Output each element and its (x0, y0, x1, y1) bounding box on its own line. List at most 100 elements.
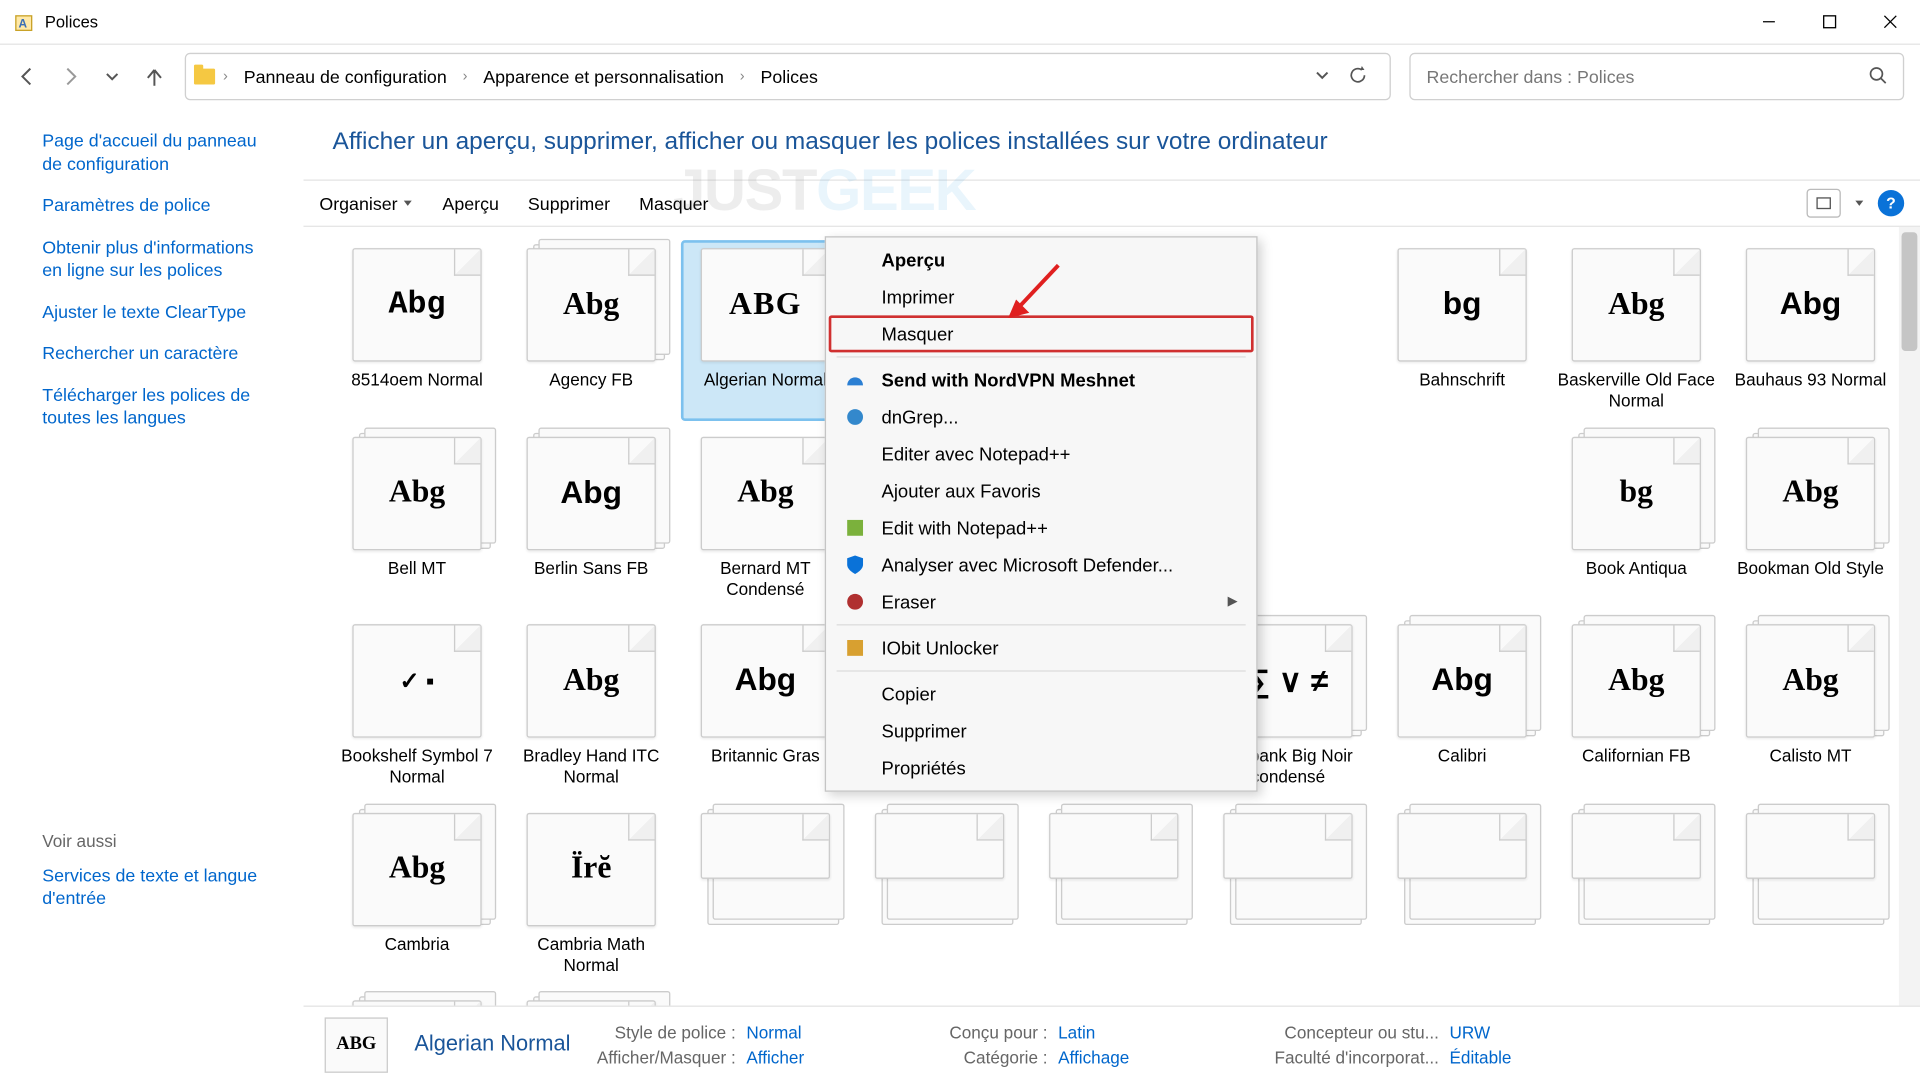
font-label: Berlin Sans FB (534, 558, 648, 579)
font-item[interactable]: ✓ ▪Bookshelf Symbol 7 Normal (333, 616, 502, 796)
font-item[interactable]: Abg Calisto MT (1726, 616, 1895, 796)
font-preview-tile: Abg (352, 248, 481, 361)
context-menu-item[interactable]: Edit with Notepad++ (829, 509, 1254, 546)
forward-button[interactable] (58, 65, 82, 89)
context-menu-item[interactable]: Send with NordVPN Meshnet (829, 362, 1254, 399)
font-item[interactable] (1552, 804, 1721, 984)
breadcrumb-segment[interactable]: Panneau de configuration (236, 63, 455, 91)
chevron-right-icon: › (740, 69, 745, 85)
menu-item-icon (845, 517, 866, 538)
sidebar-link[interactable]: Télécharger les polices de toutes les la… (42, 384, 277, 430)
font-label: Cambria (385, 934, 450, 955)
font-preview-tile: Abg (701, 624, 830, 737)
font-item[interactable] (507, 992, 676, 1005)
sidebar-link[interactable]: Page d'accueil du panneau de configurati… (42, 129, 277, 175)
font-item[interactable]: Abg Baskerville Old Face Normal (1552, 240, 1721, 420)
view-mode-button[interactable] (1807, 189, 1841, 218)
context-menu-item[interactable]: Eraser▶ (829, 583, 1254, 620)
font-item[interactable] (333, 992, 502, 1005)
sidebar-link[interactable]: Obtenir plus d'informations en ligne sur… (42, 236, 277, 282)
font-label: Bookshelf Symbol 7 Normal (338, 746, 496, 789)
font-item[interactable] (1029, 804, 1198, 984)
font-item[interactable]: AbgAgency FB (507, 240, 676, 420)
font-preview-tile: Abg (701, 436, 830, 549)
font-label: Calisto MT (1770, 746, 1852, 767)
font-item[interactable]: AbgBauhaus 93 Normal (1726, 240, 1895, 420)
font-item[interactable] (681, 804, 850, 984)
font-item[interactable]: AbgCambria (333, 804, 502, 984)
preview-button[interactable]: Aperçu (442, 193, 498, 213)
font-preview-tile: Abg (1572, 248, 1701, 361)
font-label: Baskerville Old Face Normal (1557, 369, 1715, 412)
watermark: JUSTGEEK (673, 158, 975, 224)
font-preview-tile: bg (1572, 436, 1701, 549)
font-preview-tile (701, 812, 830, 878)
font-item[interactable] (855, 804, 1024, 984)
breadcrumb-segment[interactable]: Apparence et personnalisation (475, 63, 732, 91)
sidebar-link[interactable]: Paramètres de police (42, 194, 277, 217)
svg-text:A: A (18, 16, 27, 30)
context-menu-item[interactable]: Supprimer (829, 713, 1254, 750)
font-item[interactable]: AbgBell MT (333, 428, 502, 608)
up-button[interactable] (143, 65, 167, 89)
font-preview-tile (1049, 812, 1178, 878)
sidebar: Page d'accueil du panneau de configurati… (0, 108, 304, 1082)
context-separator (837, 670, 1246, 671)
sidebar-link[interactable]: Rechercher un caractère (42, 342, 277, 365)
organize-dropdown[interactable]: Organiser (319, 193, 413, 213)
font-item[interactable]: bgBahnschrift (1378, 240, 1547, 420)
context-menu-item[interactable]: Propriétés (829, 750, 1254, 787)
font-item[interactable]: ÏrĕCambria Math Normal (507, 804, 676, 984)
font-item[interactable]: AbgBradley Hand ITC Normal (507, 616, 676, 796)
font-preview-tile: Abg (1397, 624, 1526, 737)
close-button[interactable] (1859, 0, 1920, 44)
history-dropdown[interactable] (100, 65, 124, 89)
details-col-a: Style de police :Normal Afficher/Masquer… (597, 1022, 804, 1067)
chevron-down-icon[interactable] (1314, 67, 1330, 87)
font-preview-tile: Abg (352, 436, 481, 549)
sidebar-link[interactable]: Ajuster le texte ClearType (42, 301, 277, 324)
font-item[interactable]: Abg Berlin Sans FB (507, 428, 676, 608)
font-item[interactable]: AbgBookman Old Style (1726, 428, 1895, 608)
font-label: Californian FB (1582, 746, 1691, 767)
chevron-down-icon[interactable] (1854, 198, 1865, 209)
refresh-icon[interactable] (1349, 65, 1369, 89)
see-also-heading: Voir aussi (42, 831, 277, 851)
context-menu-item[interactable]: Editer avec Notepad++ (829, 435, 1254, 472)
font-item[interactable]: bgBook Antiqua (1552, 428, 1721, 608)
font-item[interactable]: AbgCalifornian FB (1552, 616, 1721, 796)
context-menu-item[interactable]: Analyser avec Microsoft Defender... (829, 546, 1254, 583)
font-item[interactable] (1726, 804, 1895, 984)
toolbar: Organiser Aperçu Supprimer Masquer ? (304, 179, 1920, 227)
back-button[interactable] (16, 65, 40, 89)
maximize-button[interactable] (1799, 0, 1860, 44)
search-input[interactable]: Rechercher dans : Polices (1409, 53, 1904, 101)
font-label: Bauhaus 93 Normal (1735, 369, 1887, 390)
menu-item-icon (845, 637, 866, 658)
scrollbar-thumb[interactable] (1902, 232, 1918, 351)
font-preview-tile (1223, 812, 1352, 878)
context-menu-item[interactable]: dnGrep... (829, 399, 1254, 436)
menu-item-icon (845, 591, 866, 612)
title-bar: A Polices (0, 0, 1920, 45)
sidebar-link[interactable]: Services de texte et langue d'entrée (42, 864, 277, 910)
minimize-button[interactable] (1738, 0, 1799, 44)
help-button[interactable]: ? (1878, 190, 1904, 216)
font-item[interactable] (1203, 804, 1372, 984)
font-preview-tile: Abg (1746, 624, 1875, 737)
font-label: Britannic Gras (711, 746, 820, 767)
address-bar[interactable]: › Panneau de configuration › Apparence e… (185, 53, 1391, 101)
context-menu-item[interactable]: Copier (829, 676, 1254, 713)
font-preview-tile (1397, 812, 1526, 878)
font-item[interactable]: AbgCalibri (1378, 616, 1547, 796)
delete-button[interactable]: Supprimer (528, 193, 610, 213)
annotation-arrow (1003, 257, 1069, 323)
font-preview-tile: Abg (1746, 436, 1875, 549)
breadcrumb-segment[interactable]: Polices (753, 63, 826, 91)
font-preview-tile: Abg (527, 436, 656, 549)
context-menu-item[interactable]: Ajouter aux Favoris (829, 472, 1254, 509)
scrollbar[interactable] (1899, 227, 1920, 1006)
font-item[interactable] (1378, 804, 1547, 984)
font-item[interactable]: Abg8514oem Normal (333, 240, 502, 420)
context-menu-item[interactable]: IObit Unlocker (829, 629, 1254, 666)
